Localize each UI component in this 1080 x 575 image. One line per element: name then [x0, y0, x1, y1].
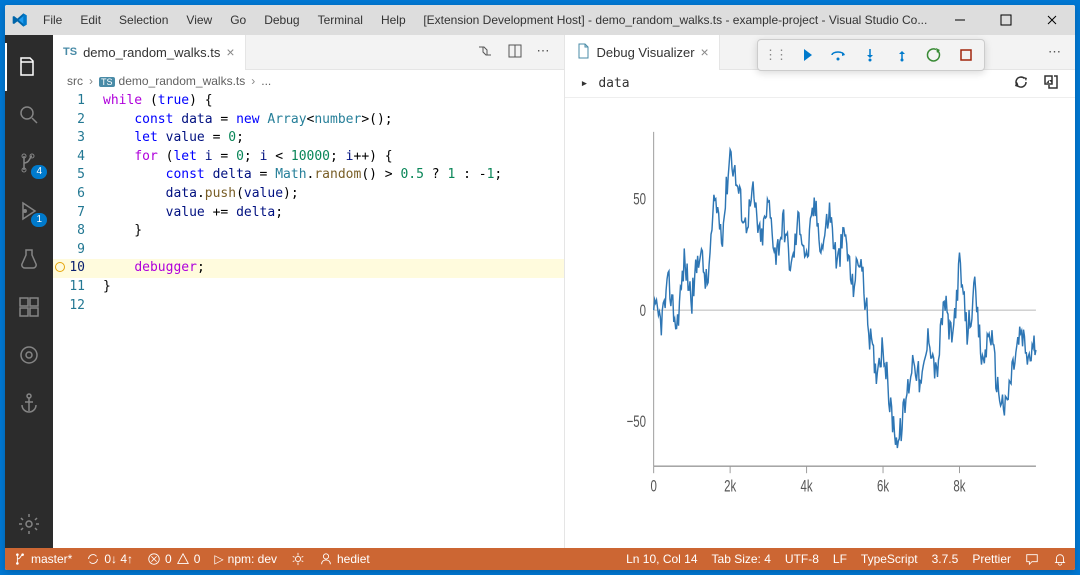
prettier-status[interactable]: Prettier: [972, 551, 1011, 567]
typescript-icon: TS: [63, 46, 77, 58]
cursor-position[interactable]: Ln 10, Col 14: [626, 551, 697, 567]
eol[interactable]: LF: [833, 551, 847, 567]
sync-status[interactable]: 0↓ 4↑: [86, 551, 133, 567]
activity-extensions[interactable]: [5, 283, 53, 331]
status-bar: master* 0↓ 4↑ 0 0 ▷ npm: dev hediet Ln 1…: [5, 548, 1075, 570]
step-into-button[interactable]: [858, 43, 882, 67]
menu-go[interactable]: Go: [222, 9, 254, 31]
minimize-button[interactable]: [937, 5, 983, 35]
activity-testing[interactable]: [5, 235, 53, 283]
menu-view[interactable]: View: [178, 9, 220, 31]
chevron-right-icon[interactable]: ▸: [581, 76, 589, 91]
activity-bar: 41: [5, 35, 53, 548]
svg-text:8k: 8k: [953, 477, 966, 496]
problems-status[interactable]: 0 0: [147, 551, 200, 567]
activity-settings[interactable]: [5, 500, 53, 548]
menu-file[interactable]: File: [35, 9, 70, 31]
chart-area: −50 0 50 0 2k 4k 6k 8k: [565, 98, 1076, 548]
menu-bar: FileEditSelectionViewGoDebugTerminalHelp: [35, 9, 414, 31]
expression-text[interactable]: data: [598, 76, 629, 91]
editor-tabs: TS demo_random_walks.ts × ⋯: [53, 35, 564, 70]
step-over-button[interactable]: [826, 43, 850, 67]
split-icon[interactable]: [507, 43, 523, 62]
activity-scm[interactable]: 4: [5, 139, 53, 187]
close-icon[interactable]: ×: [701, 44, 709, 60]
svg-text:0: 0: [650, 477, 656, 496]
svg-text:6k: 6k: [876, 477, 889, 496]
more-icon[interactable]: ⋯: [1048, 44, 1061, 60]
debug-toolbar[interactable]: ⋮⋮: [757, 39, 985, 71]
tab-size[interactable]: Tab Size: 4: [712, 551, 771, 567]
editor-group: TS demo_random_walks.ts × ⋯ src›TSdemo_r…: [53, 35, 565, 548]
language-mode[interactable]: TypeScript: [861, 551, 918, 567]
vscode-logo-icon: [5, 12, 35, 28]
more-icon[interactable]: ⋯: [537, 43, 550, 62]
menu-help[interactable]: Help: [373, 9, 414, 31]
stop-button[interactable]: [954, 43, 978, 67]
popout-icon[interactable]: [1043, 74, 1059, 94]
svg-text:4k: 4k: [800, 477, 813, 496]
tab-label: Debug Visualizer: [597, 45, 695, 60]
debug-visualizer-panel: ⋮⋮ Debug Visualizer × ⋯ ▸ data −50 0 50 0 2k…: [565, 35, 1076, 548]
activity-debug[interactable]: 1: [5, 187, 53, 235]
typescript-version[interactable]: 3.7.5: [932, 551, 959, 567]
debug-indicator[interactable]: [291, 551, 305, 567]
restart-button[interactable]: [922, 43, 946, 67]
menu-edit[interactable]: Edit: [72, 9, 109, 31]
editor-tab[interactable]: TS demo_random_walks.ts ×: [53, 35, 246, 70]
encoding[interactable]: UTF-8: [785, 551, 819, 567]
svg-text:50: 50: [633, 190, 646, 209]
menu-selection[interactable]: Selection: [111, 9, 176, 31]
task-status[interactable]: ▷ npm: dev: [214, 552, 277, 566]
activity-explorer[interactable]: [5, 43, 53, 91]
close-icon[interactable]: ×: [226, 44, 234, 60]
step-out-button[interactable]: [890, 43, 914, 67]
live-share[interactable]: hediet: [319, 551, 370, 567]
maximize-button[interactable]: [983, 5, 1029, 35]
close-button[interactable]: [1029, 5, 1075, 35]
breadcrumb[interactable]: src›TSdemo_random_walks.ts›...: [53, 70, 564, 92]
svg-text:−50: −50: [626, 413, 645, 432]
bell-icon[interactable]: [1053, 551, 1067, 567]
visualizer-expression-bar[interactable]: ▸ data: [565, 70, 1076, 98]
continue-button[interactable]: [794, 43, 818, 67]
activity-target[interactable]: [5, 331, 53, 379]
activity-search[interactable]: [5, 91, 53, 139]
feedback-icon[interactable]: [1025, 551, 1039, 567]
branch-status[interactable]: master*: [13, 551, 72, 567]
menu-terminal[interactable]: Terminal: [310, 9, 371, 31]
window-title: [Extension Development Host] - demo_rand…: [414, 13, 937, 27]
drag-handle-icon[interactable]: ⋮⋮: [764, 47, 786, 63]
editor[interactable]: 1while (true) {2 const data = new Array<…: [53, 92, 564, 548]
activity-anchor[interactable]: [5, 379, 53, 427]
title-bar: FileEditSelectionViewGoDebugTerminalHelp…: [5, 5, 1075, 35]
menu-debug[interactable]: Debug: [256, 9, 307, 31]
svg-text:0: 0: [639, 302, 645, 321]
visualizer-tab[interactable]: Debug Visualizer ×: [565, 35, 720, 70]
refresh-icon[interactable]: [1013, 74, 1029, 94]
tab-label: demo_random_walks.ts: [83, 45, 220, 60]
compare-icon[interactable]: [477, 43, 493, 62]
svg-text:2k: 2k: [724, 477, 737, 496]
file-icon: [575, 43, 591, 62]
